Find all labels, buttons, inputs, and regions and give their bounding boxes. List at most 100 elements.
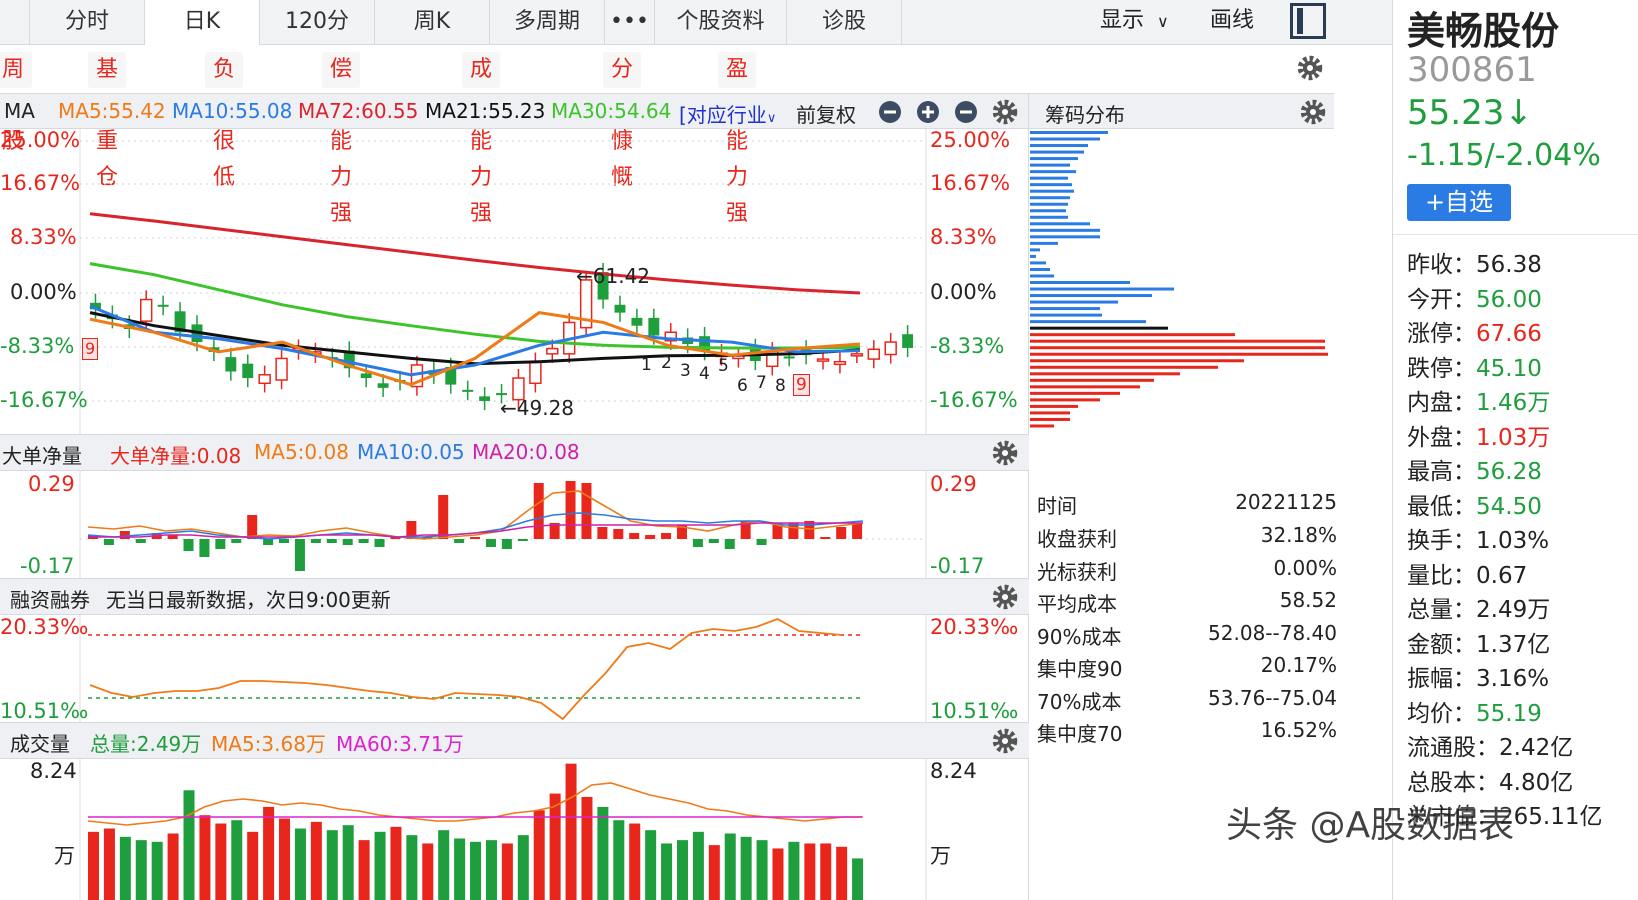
chip-bar bbox=[1030, 333, 1235, 337]
candle bbox=[902, 325, 914, 358]
margin-settings-gear-icon[interactable] bbox=[991, 583, 1019, 611]
chip-val: 52.08--78.40 bbox=[1208, 621, 1337, 645]
quote-field-value: 4.80亿 bbox=[1499, 769, 1574, 796]
plus-circle-icon[interactable] bbox=[916, 100, 940, 124]
tab-diagnosis[interactable]: 诊股 bbox=[787, 0, 902, 45]
quote-field-row: 今开：56.00 bbox=[1407, 280, 1542, 314]
volume-bar bbox=[470, 841, 482, 900]
tab-daily-k[interactable]: 日K bbox=[145, 0, 260, 45]
display-label: 显示 bbox=[1100, 8, 1145, 33]
big-order-value: 大单净量:0.08 bbox=[110, 444, 242, 468]
volume-bar bbox=[613, 820, 625, 900]
chip-bar bbox=[1030, 209, 1066, 213]
big-order-chart[interactable] bbox=[0, 471, 1029, 578]
minus-circle-icon[interactable] bbox=[878, 100, 902, 124]
tab-stock-profile[interactable]: 个股资料 bbox=[655, 0, 787, 45]
quote-field-row: 最高：56.28 bbox=[1407, 452, 1542, 486]
chip-bar bbox=[1030, 274, 1054, 278]
tag-solvency[interactable]: 偿债能力强 bbox=[322, 52, 361, 226]
volume-settings-gear-icon[interactable] bbox=[991, 727, 1019, 755]
chip-key: 70%成本 bbox=[1037, 690, 1122, 714]
industry-dropdown[interactable]: [对应行业∨ bbox=[679, 99, 776, 128]
tag-fund-heavy[interactable]: 基金重仓 bbox=[88, 52, 127, 190]
quote-field-row: 外盘：1.03万 bbox=[1407, 418, 1550, 452]
volume-bar bbox=[231, 820, 243, 900]
chip-bar bbox=[1030, 287, 1174, 291]
ma30-value: MA30:54.64 bbox=[551, 99, 672, 123]
big-order-bar bbox=[565, 481, 576, 539]
big-order-bar bbox=[263, 539, 274, 545]
td-count-2: 2 bbox=[661, 353, 672, 373]
volume-bar bbox=[374, 831, 386, 900]
quote-field-row: 昨收：56.38 bbox=[1407, 245, 1542, 279]
chip-bar bbox=[1030, 294, 1152, 298]
tag-profit[interactable]: 盈利能力强 bbox=[718, 52, 757, 226]
quote-field-key: 流通股： bbox=[1407, 735, 1499, 761]
tag-growth[interactable]: 成长能力强 bbox=[462, 52, 501, 226]
big-order-bar bbox=[533, 483, 544, 539]
quote-field-row: 最低：54.50 bbox=[1407, 487, 1542, 521]
more-tabs-button[interactable]: ••• bbox=[605, 0, 655, 45]
big-order-bar bbox=[342, 539, 353, 545]
volume-bar bbox=[788, 841, 800, 900]
ma-line-ma10 bbox=[89, 304, 861, 377]
chip-key: 时间 bbox=[1037, 494, 1077, 518]
chip-bar bbox=[1030, 346, 1325, 350]
volume-chart[interactable] bbox=[0, 759, 1029, 900]
add-watchlist-button[interactable]: +自选 bbox=[1407, 184, 1511, 221]
quote-field-key: 均价： bbox=[1407, 700, 1476, 727]
margin-label: 融资融券 bbox=[10, 588, 90, 612]
tag-cyclical[interactable]: 周期股 bbox=[0, 52, 33, 154]
display-dropdown[interactable]: 显示 ∨ bbox=[1100, 0, 1169, 45]
quote-divider bbox=[1393, 234, 1638, 235]
tag-dividend[interactable]: 分红慷慨 bbox=[603, 52, 642, 190]
chip-bar bbox=[1030, 248, 1040, 252]
axis-right-0: 0.00% bbox=[930, 280, 997, 304]
zoom-out-circle-icon[interactable] bbox=[954, 100, 978, 124]
big-order-bar bbox=[310, 539, 321, 543]
volume-bar bbox=[119, 836, 131, 900]
quote-field-value: 67.66 bbox=[1476, 321, 1542, 347]
quote-field-value: 1.03% bbox=[1476, 528, 1550, 554]
chip-bar bbox=[1030, 137, 1100, 141]
volume-bar bbox=[167, 833, 179, 900]
tab-weekly-k[interactable]: 周K bbox=[375, 0, 490, 45]
quote-field-row: 量比：0.67 bbox=[1407, 556, 1527, 590]
tags-settings-gear-icon[interactable] bbox=[1296, 54, 1324, 82]
stock-code: 300861 bbox=[1407, 50, 1537, 90]
kline-price-chart[interactable] bbox=[0, 129, 1030, 434]
margin-axis-bottom-right: 10.51‰ bbox=[930, 699, 1019, 723]
chip-settings-gear-icon[interactable] bbox=[1299, 98, 1327, 126]
ma-settings-gear-icon[interactable] bbox=[991, 98, 1019, 126]
quote-field-value: 1.37亿 bbox=[1476, 631, 1551, 658]
tab-multi-period[interactable]: 多周期 bbox=[490, 0, 605, 45]
quote-field-key: 涨停： bbox=[1407, 321, 1476, 347]
candle bbox=[242, 354, 254, 388]
panel-toggle-left[interactable] bbox=[0, 0, 30, 45]
chip-distribution-chart bbox=[1030, 131, 1328, 428]
tab-120min[interactable]: 120分 bbox=[260, 0, 375, 45]
td-count-1: 1 bbox=[641, 355, 652, 375]
chevron-down-icon: ∨ bbox=[766, 111, 777, 126]
margin-chart[interactable] bbox=[0, 615, 1029, 722]
volume-bar bbox=[88, 831, 99, 900]
big-order-ma5: MA5:0.08 bbox=[254, 440, 349, 464]
quote-field-key: 昨收： bbox=[1407, 252, 1476, 278]
chip-bar bbox=[1030, 150, 1084, 154]
quote-field-value: 2.49万 bbox=[1476, 597, 1551, 623]
td-count-7: 7 bbox=[756, 373, 767, 393]
tag-low-debt[interactable]: 负债很低 bbox=[205, 52, 244, 190]
volume-bar bbox=[676, 840, 688, 900]
high-price-annotation: ←61.42 bbox=[576, 264, 651, 288]
volume-bar bbox=[756, 840, 768, 900]
margin-axis-top-right: 20.33‰ bbox=[930, 615, 1019, 639]
tab-fenshi[interactable]: 分时 bbox=[30, 0, 145, 45]
draw-line-button[interactable]: 画线 bbox=[1210, 0, 1254, 45]
big-order-settings-gear-icon[interactable] bbox=[991, 439, 1019, 467]
fq-label[interactable]: 前复权 bbox=[796, 99, 856, 128]
quote-field-value: 1.46万 bbox=[1476, 390, 1551, 416]
quote-field-key: 总股本： bbox=[1407, 769, 1499, 796]
quote-field-key: 内盘： bbox=[1407, 390, 1476, 416]
layout-panel-icon[interactable] bbox=[1290, 3, 1326, 39]
quote-field-row: 跌停：45.10 bbox=[1407, 349, 1542, 383]
